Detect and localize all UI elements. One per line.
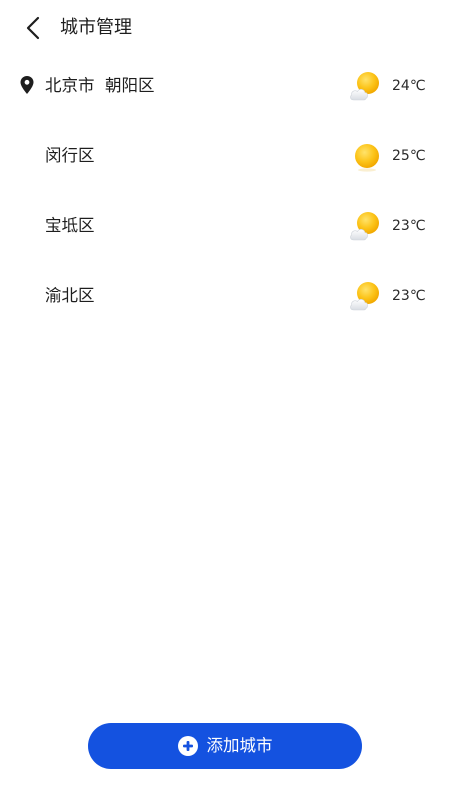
back-button[interactable] (18, 12, 50, 44)
temperature: 23℃ (392, 218, 426, 234)
city-name: 闵行区 (45, 146, 95, 165)
partly-cloudy-icon (350, 212, 379, 241)
city-name: 北京市 朝阳区 (45, 76, 155, 95)
temperature: 23℃ (392, 288, 426, 304)
plus-circle-icon (177, 736, 198, 756)
partly-cloudy-icon (350, 72, 379, 101)
city-row-yubei[interactable]: 渝北区 23℃ (0, 262, 450, 332)
header: 城市管理 (0, 0, 450, 56)
city-row-chaoyang[interactable]: 北京市 朝阳区 24℃ (0, 52, 450, 122)
chevron-left-icon (26, 16, 40, 40)
temperature: 24℃ (392, 78, 426, 94)
location-pin-icon (20, 76, 34, 94)
add-city-label: 添加城市 (206, 736, 273, 755)
page-title: 城市管理 (60, 17, 132, 38)
sunny-icon (355, 144, 379, 172)
city-name: 宝坻区 (45, 216, 95, 235)
city-row-minhang[interactable]: 闵行区 25℃ (0, 122, 450, 192)
add-city-button[interactable]: 添加城市 (88, 723, 362, 769)
city-name: 渝北区 (45, 286, 95, 305)
city-row-baodi[interactable]: 宝坻区 23℃ (0, 192, 450, 262)
temperature: 25℃ (392, 148, 426, 164)
partly-cloudy-icon (350, 282, 379, 311)
city-list: 北京市 朝阳区 24℃ 闵行区 25℃ 宝坻区 23℃ 渝北区 23℃ (0, 52, 450, 332)
